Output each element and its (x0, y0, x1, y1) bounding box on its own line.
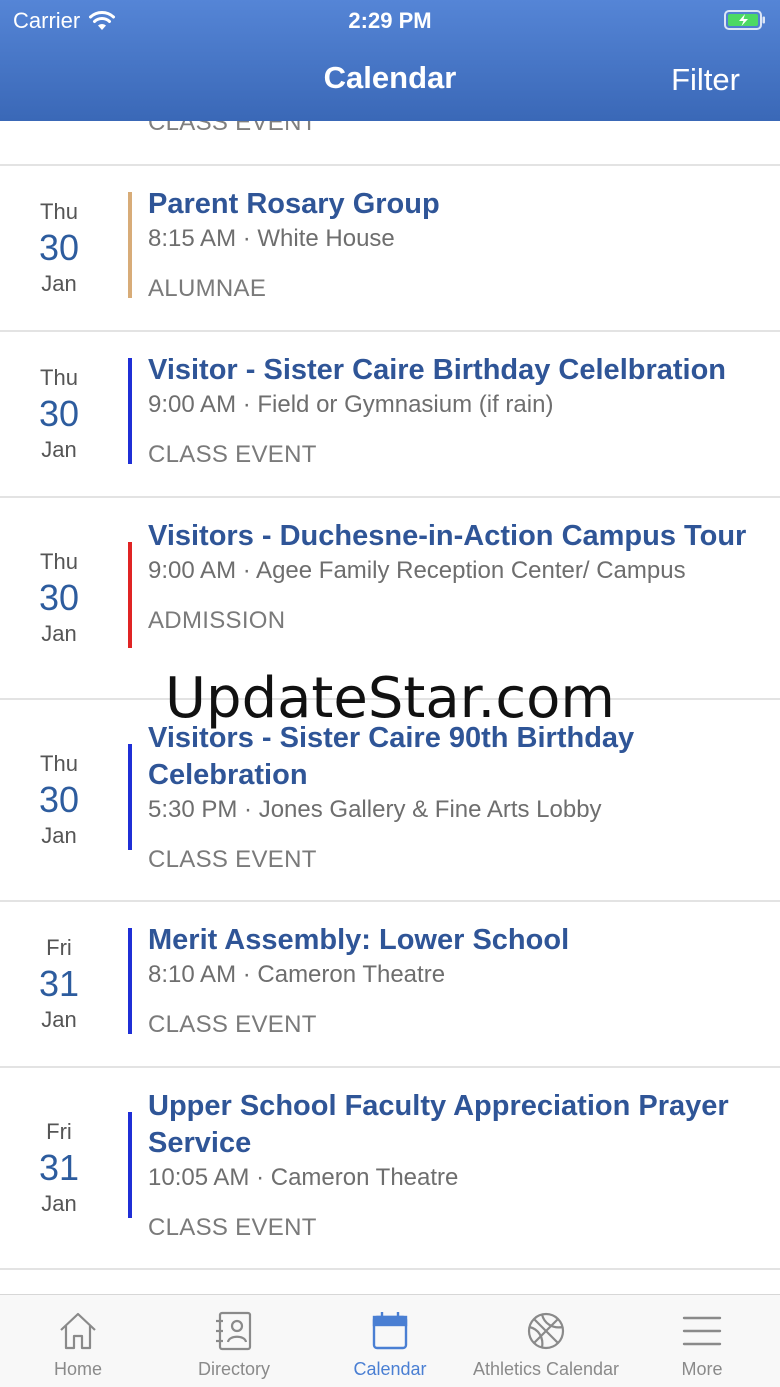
tab-home[interactable]: Home (0, 1295, 156, 1387)
tab-more[interactable]: More (624, 1295, 780, 1387)
event-date: Thu 30 Jan (0, 166, 118, 330)
tab-label: Home (53, 1359, 102, 1379)
event-color-bar (128, 928, 132, 1034)
event-category: ALUMNAE (148, 275, 267, 302)
event-color-bar (128, 358, 132, 464)
event-day: 30 (38, 393, 80, 434)
event-color-bar (128, 542, 132, 648)
event-time-location: 9:00 AM · Field or Gymnasium (if rain) (148, 391, 554, 418)
event-month: Jan (41, 437, 77, 462)
watermark: UpdateStar.com (165, 666, 615, 731)
event-details: Visitors - Duchesne-in-Action Campus Tou… (148, 518, 756, 637)
page-title: Calendar (323, 60, 457, 95)
event-weekday: Thu (40, 365, 78, 390)
event-row[interactable]: Thu 30 Jan Visitor - Sister Caire Birthd… (0, 332, 780, 498)
app-header: Carrier 2:29 PM Calendar Filter (0, 0, 780, 121)
event-details: Visitor - Sister Caire Birthday Celelbra… (148, 352, 756, 471)
event-time-location: 10:05 AM · Cameron Theatre (148, 1164, 459, 1191)
calendar-icon (372, 1312, 408, 1350)
tab-label: More (681, 1359, 723, 1379)
event-weekday: Thu (40, 199, 78, 224)
event-time-location: 8:10 AM · Cameron Theatre (148, 961, 446, 988)
event-month: Jan (41, 621, 77, 646)
event-month: Jan (41, 1191, 77, 1216)
tab-athletics-calendar[interactable]: Athletics Calendar (468, 1295, 624, 1387)
event-time-location: 5:30 PM · Jones Gallery & Fine Arts Lobb… (148, 796, 602, 823)
event-row-partial[interactable]: CLASS EVENT (0, 121, 780, 166)
event-color-bar (128, 192, 132, 298)
event-month: Jan (41, 271, 77, 296)
event-details: Parent Rosary Group 8:15 AM · White Hous… (148, 186, 756, 305)
event-title: Upper School Faculty Appreciation Prayer… (148, 1090, 729, 1159)
event-date: Thu 30 Jan (0, 332, 118, 496)
event-title: Visitor - Sister Caire Birthday Celelbra… (148, 354, 727, 386)
tab-bar: Home Directory Calendar Athletics Calend… (0, 1294, 780, 1387)
menu-icon (682, 1316, 722, 1346)
tab-label: Athletics Calendar (472, 1359, 620, 1379)
event-color-bar (128, 1112, 132, 1218)
tab-label: Calendar (353, 1359, 427, 1379)
event-category: CLASS EVENT (148, 846, 317, 873)
event-day: 31 (38, 963, 80, 1004)
event-details: Visitors - Sister Caire 90th Birthday Ce… (148, 720, 756, 876)
event-day: 30 (38, 779, 80, 820)
basketball-icon (527, 1312, 565, 1350)
tab-label: Directory (197, 1359, 270, 1379)
event-title: Parent Rosary Group (148, 188, 440, 220)
event-date: Fri 31 Jan (0, 1068, 118, 1268)
event-month: Jan (41, 1007, 77, 1032)
event-category: CLASS EVENT (148, 441, 317, 468)
event-day: 31 (38, 1147, 80, 1188)
event-time-location: 9:00 AM · Agee Family Reception Center/ … (148, 557, 686, 584)
event-category: CLASS EVENT (148, 1214, 317, 1241)
event-category: ADMISSION (148, 607, 286, 634)
tab-calendar[interactable]: Calendar (312, 1295, 468, 1387)
home-icon (60, 1312, 96, 1350)
event-time-location: 8:15 AM · White House (148, 225, 395, 252)
tab-directory[interactable]: Directory (156, 1295, 312, 1387)
event-day: 30 (38, 577, 80, 618)
event-category: CLASS EVENT (148, 1011, 317, 1038)
event-title: Visitors - Duchesne-in-Action Campus Tou… (148, 520, 747, 552)
status-time: 2:29 PM (348, 8, 432, 33)
event-category: CLASS EVENT (148, 121, 317, 136)
event-row[interactable]: Fri 31 Jan Merit Assembly: Lower School … (0, 902, 780, 1068)
event-row[interactable]: Thu 30 Jan Parent Rosary Group 8:15 AM ·… (0, 166, 780, 332)
event-details: Upper School Faculty Appreciation Prayer… (148, 1088, 756, 1244)
event-day: 30 (38, 227, 80, 268)
filter-button[interactable]: Filter (671, 62, 740, 98)
event-title: Visitors - Sister Caire 90th Birthday Ce… (148, 722, 635, 791)
battery-icon (724, 10, 765, 30)
event-details: Merit Assembly: Lower School 8:10 AM · C… (148, 922, 756, 1041)
event-weekday: Thu (40, 549, 78, 574)
event-weekday: Thu (40, 751, 78, 776)
event-title: Merit Assembly: Lower School (148, 924, 570, 956)
event-weekday: Fri (46, 1119, 72, 1144)
event-row[interactable]: Fri 31 Jan Upper School Faculty Apprecia… (0, 1068, 780, 1270)
directory-icon (216, 1311, 252, 1351)
event-month: Jan (41, 823, 77, 848)
event-color-bar (128, 744, 132, 850)
event-weekday: Fri (46, 935, 72, 960)
event-date: Fri 31 Jan (0, 902, 118, 1066)
status-bar: Carrier 2:29 PM (0, 0, 780, 40)
